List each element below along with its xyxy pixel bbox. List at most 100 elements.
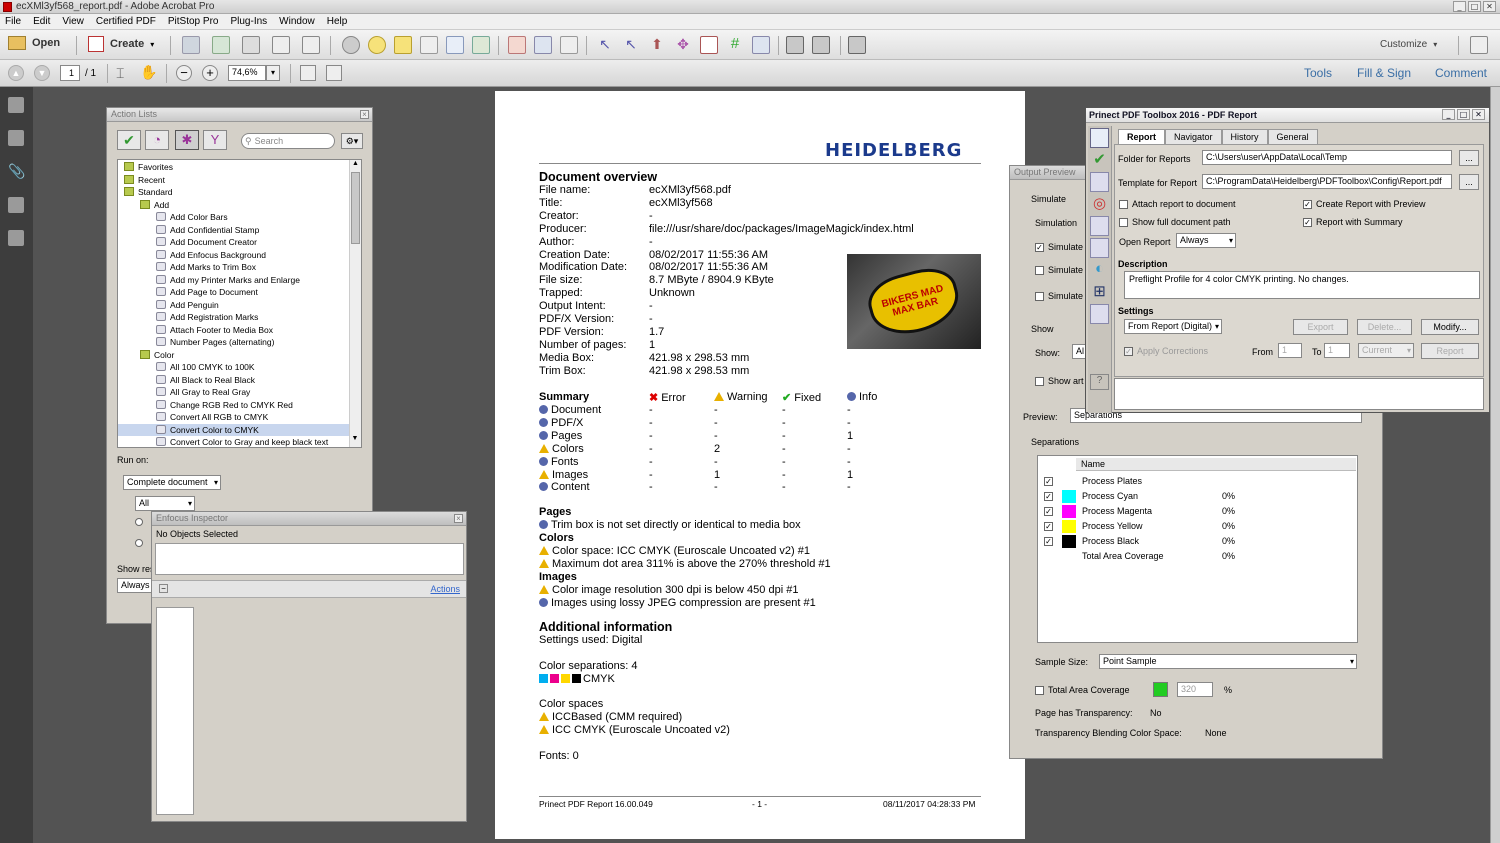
modify-button[interactable]: Modify... — [1421, 319, 1479, 335]
open-report-select[interactable]: Always ▾ — [1176, 233, 1236, 248]
show-art-checkbox[interactable]: Show art — [1035, 376, 1084, 387]
highlight-icon[interactable] — [394, 36, 412, 54]
comment-pane-button[interactable]: Comment — [1435, 66, 1487, 80]
fit-width-icon[interactable] — [326, 65, 342, 81]
open-button[interactable]: Open — [8, 36, 60, 50]
tree-item[interactable]: Add Confidential Stamp — [118, 224, 361, 237]
select-object-icon[interactable]: ↖ — [622, 36, 640, 54]
tree-item[interactable]: All Gray to Real Gray — [118, 386, 361, 399]
tree-item[interactable]: Convert All RGB to CMYK — [118, 411, 361, 424]
report-icon[interactable] — [848, 36, 866, 54]
tac-checkbox[interactable]: Total Area Coverage — [1035, 685, 1130, 696]
customize-button[interactable]: Customize ▾ — [1380, 39, 1437, 50]
close-icon[interactable]: × — [360, 110, 369, 119]
filter-icon[interactable]: Y — [203, 130, 227, 150]
layers-icon[interactable] — [8, 197, 24, 213]
stamp-icon[interactable] — [420, 36, 438, 54]
options-gear-icon[interactable]: ⚙▾ — [341, 133, 363, 149]
menu-pitstop-pro[interactable]: PitStop Pro — [168, 14, 219, 29]
print-icon[interactable] — [242, 36, 260, 54]
previous-page-icon[interactable]: ▲ — [8, 65, 24, 81]
pages-thumbnail-icon[interactable] — [8, 97, 24, 113]
settings-gear-icon[interactable]: ✱ — [175, 130, 199, 150]
grid-icon[interactable]: # — [726, 36, 744, 54]
tac-color-swatch[interactable] — [1153, 682, 1168, 697]
close-button[interactable]: ✕ — [1472, 109, 1485, 120]
zoom-dropdown-icon[interactable]: ▾ — [266, 65, 280, 81]
expand-icon[interactable] — [1470, 36, 1488, 54]
tab-general[interactable]: General — [1267, 129, 1318, 144]
close-button[interactable]: ✕ — [1483, 1, 1496, 12]
search-tool-icon[interactable] — [1090, 304, 1109, 324]
page-icon[interactable] — [560, 36, 578, 54]
output-preview-icon[interactable] — [786, 36, 804, 54]
tree-item[interactable]: All Black to Real Black — [118, 374, 361, 387]
tree-item[interactable]: Convert Color to Gray and keep black tex… — [118, 436, 361, 447]
color-tool-icon[interactable]: ◎ — [1090, 194, 1109, 214]
menu-edit[interactable]: Edit — [33, 14, 50, 29]
tree-item[interactable]: All 100 CMYK to 100K — [118, 361, 361, 374]
tree-item[interactable]: Recent — [118, 174, 361, 187]
folder-browse-button[interactable]: ... — [1459, 150, 1479, 166]
to-input[interactable]: 1 — [1324, 343, 1350, 358]
menu-window[interactable]: Window — [279, 14, 315, 29]
page-number-input[interactable] — [60, 65, 80, 81]
tac-value-input[interactable]: 320 — [1177, 682, 1213, 697]
export-button[interactable]: Export — [1293, 319, 1348, 335]
signatures-icon[interactable] — [8, 230, 24, 246]
maximize-button[interactable]: □ — [1457, 109, 1470, 120]
separation-checkbox[interactable]: ✓ — [1044, 522, 1053, 531]
tree-item[interactable]: Add — [118, 199, 361, 212]
run-on-select[interactable]: Complete document ▾ — [123, 475, 221, 490]
simulate-checkbox-1[interactable]: ✓ Simulate — [1035, 242, 1083, 253]
text-select-icon[interactable]: ⌶ — [116, 65, 124, 82]
measure-icon[interactable] — [752, 36, 770, 54]
history-icon[interactable]: ◔ — [145, 130, 169, 150]
folder-input[interactable]: C:\Users\user\AppData\Local\Temp — [1202, 150, 1452, 165]
apply-corrections-checkbox[interactable]: ✓ Apply Corrections — [1124, 346, 1208, 357]
attach-report-checkbox[interactable]: Attach report to document — [1119, 199, 1236, 210]
export-icon[interactable] — [472, 36, 490, 54]
show-results-select[interactable]: Always — [117, 578, 153, 593]
next-page-icon[interactable]: ▼ — [34, 65, 50, 81]
collapse-icon[interactable]: − — [159, 584, 168, 593]
hand-icon[interactable]: ✋ — [140, 64, 157, 81]
check-tool-icon[interactable]: ✔ — [1090, 150, 1109, 170]
save-icon[interactable] — [182, 36, 200, 54]
tree-item[interactable]: Add my Printer Marks and Enlarge — [118, 274, 361, 287]
tree-item[interactable]: Add Enfocus Background — [118, 249, 361, 262]
fill-sign-pane-button[interactable]: Fill & Sign — [1357, 66, 1411, 80]
radio-2[interactable] — [135, 539, 143, 547]
scrollbar-thumb[interactable] — [351, 172, 360, 244]
menu-view[interactable]: View — [62, 14, 84, 29]
report-tool-icon[interactable] — [1090, 238, 1109, 258]
bookmarks-icon[interactable] — [8, 130, 24, 146]
tree-item[interactable]: Favorites — [118, 161, 361, 174]
template-input[interactable]: C:\ProgramData\Heidelberg\PDFToolbox\Con… — [1202, 174, 1452, 189]
gear-icon[interactable] — [342, 36, 360, 54]
sample-size-select[interactable]: Point Sample ▾ — [1099, 654, 1357, 669]
tree-item[interactable]: Change RGB Red to CMYK Red — [118, 399, 361, 412]
tree-item[interactable]: Add Document Creator — [118, 236, 361, 249]
fit-page-icon[interactable] — [300, 65, 316, 81]
create-preview-checkbox[interactable]: ✓ Create Report with Preview — [1303, 199, 1426, 210]
cloud-upload-icon[interactable] — [212, 36, 230, 54]
crop-icon[interactable] — [700, 36, 718, 54]
comment-icon[interactable] — [368, 36, 386, 54]
report-button[interactable]: Report — [1421, 343, 1479, 359]
all-select[interactable]: All ▾ — [135, 496, 195, 511]
inspector-category-list[interactable] — [156, 607, 194, 815]
template-browse-button[interactable]: ... — [1459, 174, 1479, 190]
tree-item[interactable]: Add Page to Document — [118, 286, 361, 299]
pitstop-icon[interactable] — [508, 36, 526, 54]
from-input[interactable]: 1 — [1278, 343, 1302, 358]
fix-tool-icon[interactable] — [1090, 172, 1109, 192]
delete-button[interactable]: Delete... — [1357, 319, 1412, 335]
tree-item[interactable]: Add Marks to Trim Box — [118, 261, 361, 274]
select-arrow-icon[interactable]: ↖ — [596, 36, 614, 54]
attachment-icon[interactable]: 📎 — [8, 163, 25, 179]
minimize-button[interactable]: _ — [1442, 109, 1455, 120]
tree-item[interactable]: Add Color Bars — [118, 211, 361, 224]
tree-item[interactable]: Add Registration Marks — [118, 311, 361, 324]
zoom-input[interactable]: 74,6% — [228, 65, 266, 81]
